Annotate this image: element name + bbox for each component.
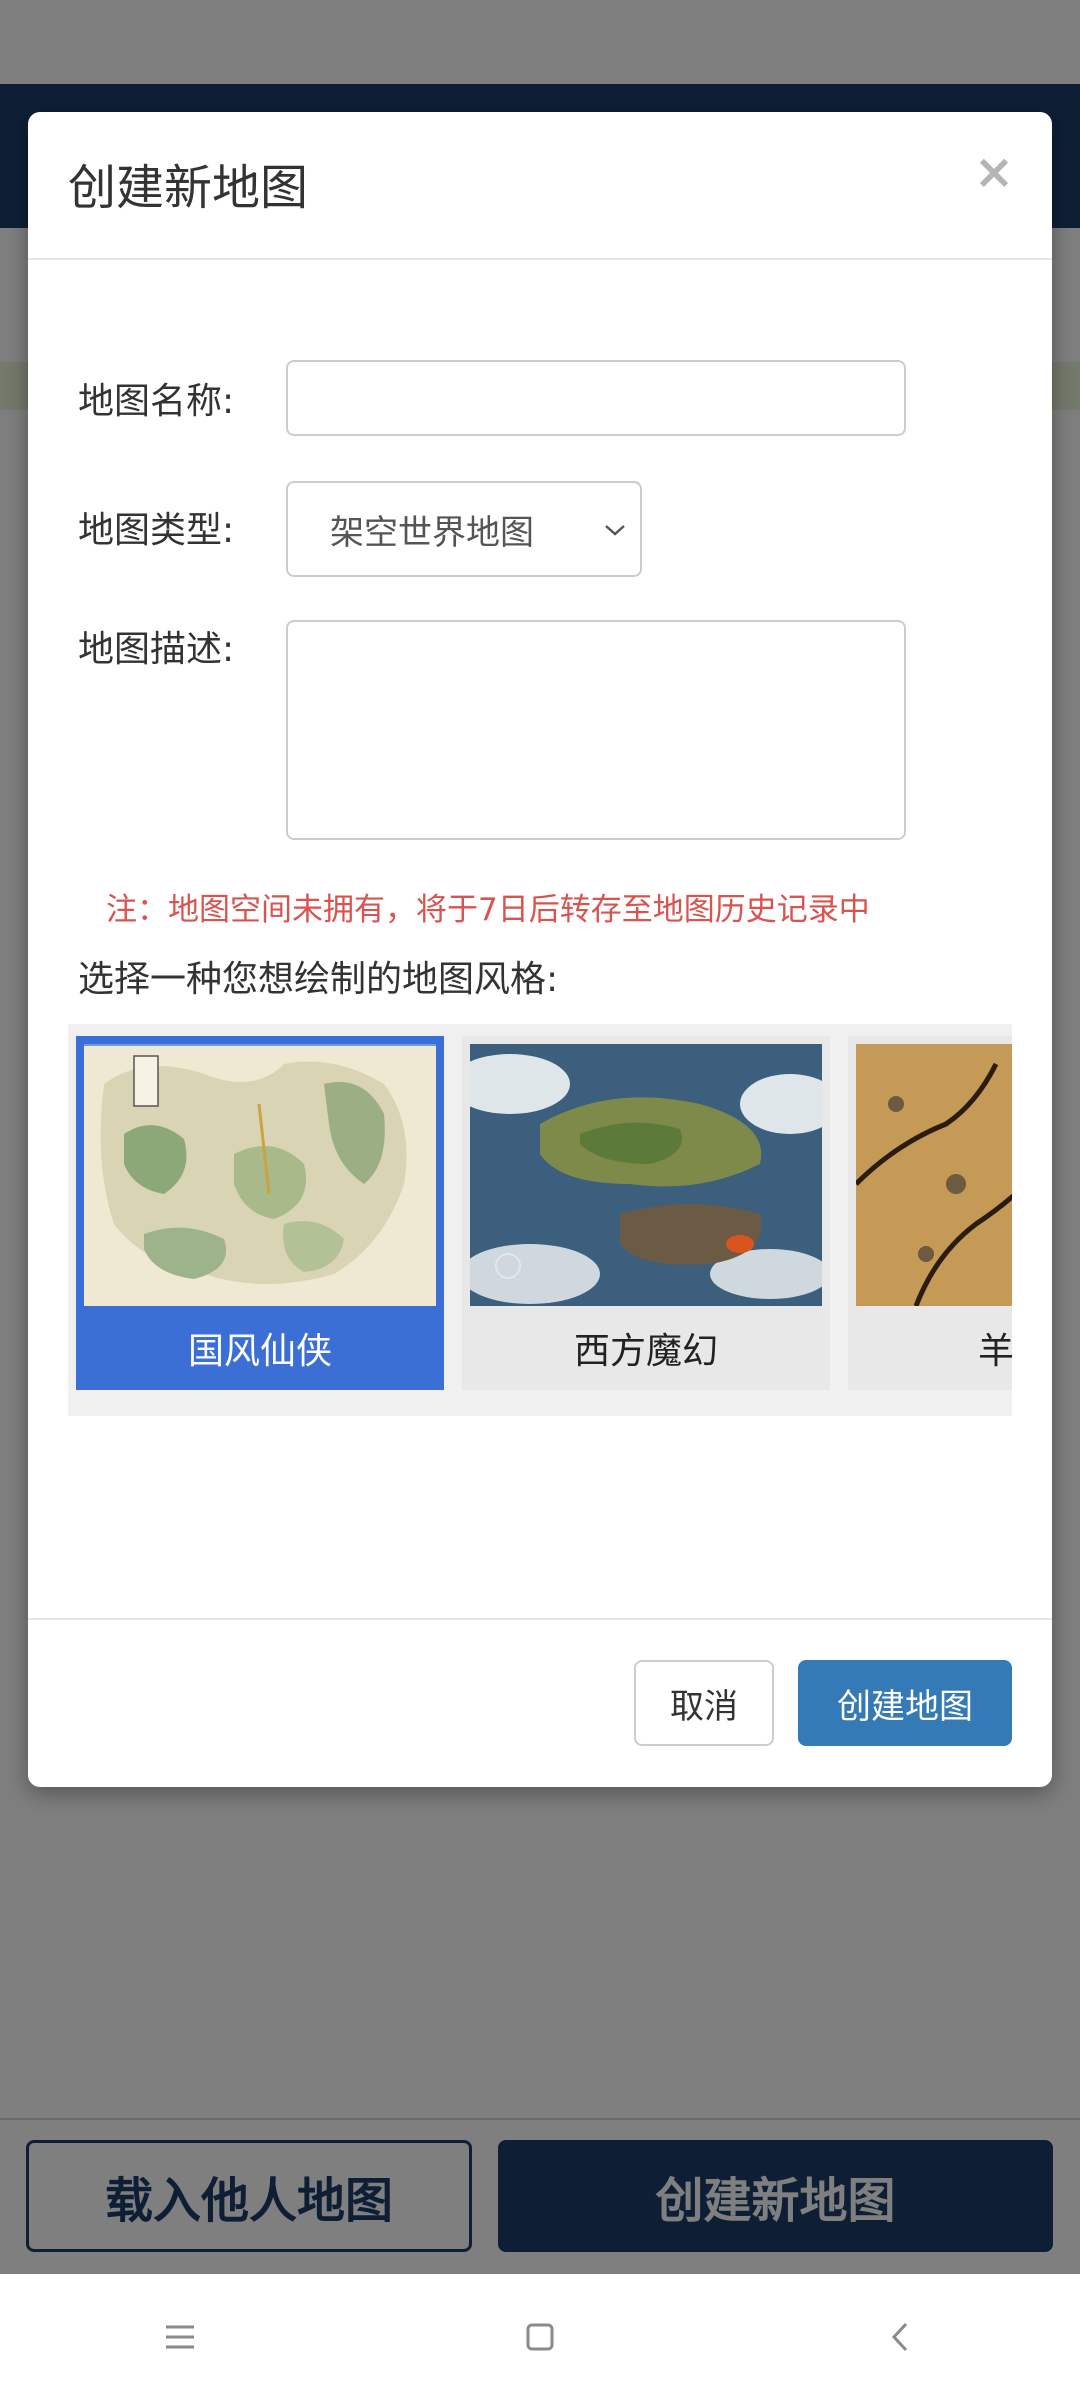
map-type-label: 地图类型: <box>78 510 235 551</box>
style-card-western-fantasy[interactable]: 西方魔幻 <box>462 1036 830 1390</box>
style-thumbnail <box>84 1044 436 1306</box>
create-map-button[interactable]: 创建地图 <box>798 1660 1012 1746</box>
dialog-header: 创建新地图 × <box>28 112 1052 260</box>
back-icon[interactable] <box>830 2287 970 2387</box>
style-thumbnail <box>470 1044 822 1306</box>
style-card-chinese-fantasy[interactable]: 国风仙侠 <box>76 1036 444 1390</box>
dialog-footer: 取消 创建地图 <box>28 1618 1052 1787</box>
map-name-label: 地图名称: <box>78 381 235 422</box>
close-icon[interactable]: × <box>964 142 1024 202</box>
map-type-select[interactable]: 架空世界地图 <box>286 481 642 577</box>
style-card-label: 羊 <box>978 1331 1012 1372</box>
create-map-dialog: 创建新地图 × 地图名称: 地图类型: 架空世界地图 地图描述: 注：地图空间未… <box>28 112 1052 1787</box>
style-card-label: 西方魔幻 <box>573 1331 718 1372</box>
style-gallery[interactable]: 国风仙侠 西方魔幻 羊 <box>68 1024 1012 1416</box>
menu-icon[interactable] <box>110 2287 250 2387</box>
cancel-button[interactable]: 取消 <box>634 1660 774 1746</box>
style-thumbnail <box>856 1044 1012 1306</box>
map-type-selected-value: 架空世界地图 <box>330 512 534 553</box>
home-icon[interactable] <box>470 2287 610 2387</box>
map-name-input[interactable] <box>286 360 906 436</box>
style-card-parchment[interactable]: 羊 <box>848 1036 1012 1390</box>
map-description-label: 地图描述: <box>78 629 235 670</box>
map-description-textarea[interactable] <box>286 620 906 840</box>
dialog-title: 创建新地图 <box>68 160 309 216</box>
style-card-label: 国风仙侠 <box>187 1331 332 1372</box>
storage-notice: 注：地图空间未拥有，将于7日后转存至地图历史记录中 <box>106 892 870 928</box>
style-prompt: 选择一种您想绘制的地图风格: <box>78 959 559 1000</box>
system-nav-bar <box>0 2274 1080 2400</box>
chevron-down-icon <box>605 525 625 536</box>
